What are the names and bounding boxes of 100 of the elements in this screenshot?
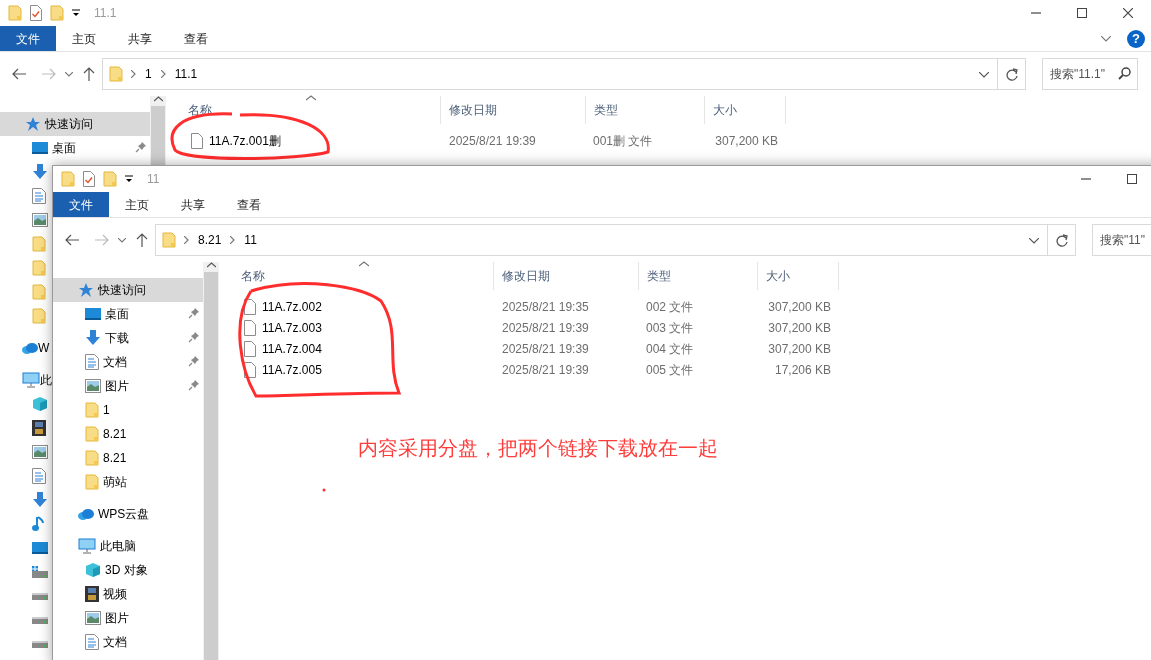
column-header[interactable]: 大小 — [705, 96, 786, 124]
ribbon-tab[interactable]: 文件 — [53, 192, 109, 217]
folder-icon — [61, 171, 75, 187]
ribbon-tab[interactable]: 查看 — [221, 192, 277, 217]
sidebar-item[interactable]: 文档 — [53, 630, 203, 654]
sidebar-item[interactable]: 图片 — [53, 606, 203, 630]
sort-ascending-icon — [306, 95, 316, 101]
breadcrumb-link[interactable]: 11.1 — [173, 65, 199, 83]
sidebar-item[interactable]: WPS云盘 — [53, 502, 203, 526]
file-icon — [244, 340, 256, 357]
column-header[interactable]: 类型 — [639, 262, 758, 290]
scrollbar[interactable] — [150, 96, 166, 165]
desktop-icon — [32, 141, 48, 155]
address-bar[interactable]: 8.21 11 — [155, 224, 1048, 256]
computer-icon — [22, 372, 40, 388]
sidebar-item[interactable]: 8.21 — [53, 422, 203, 446]
folder-icon — [85, 450, 99, 466]
pictures-icon — [85, 611, 101, 625]
file-size: 307,200 KB — [767, 298, 832, 316]
sidebar-item[interactable]: 桌面 — [53, 302, 203, 326]
document-icon — [32, 188, 46, 204]
forward-arrow-icon — [42, 68, 56, 80]
drive-icon — [32, 591, 48, 601]
up-arrow-icon — [83, 67, 95, 81]
annotation-text: 内容采用分盘，把两个链接下载放在一起 — [358, 436, 718, 461]
sidebar-item[interactable]: 图片 — [53, 374, 203, 398]
close-icon — [1123, 8, 1133, 18]
scroll-up-icon[interactable] — [206, 262, 216, 268]
breadcrumb-link[interactable]: 8.21 — [197, 231, 223, 249]
desktop-icon — [85, 307, 101, 321]
refresh-icon — [1005, 67, 1018, 81]
sidebar-item[interactable]: 文档 — [53, 350, 203, 374]
sidebar-item[interactable]: 快速访问 — [0, 112, 150, 136]
cube-icon — [85, 562, 101, 578]
column-header[interactable]: 修改日期 — [494, 262, 639, 290]
ribbon-tab[interactable]: 主页 — [109, 192, 165, 217]
scroll-up-icon[interactable] — [153, 96, 163, 102]
help-button[interactable]: ? — [1127, 29, 1145, 48]
dropdown-caret-icon[interactable] — [125, 175, 133, 183]
chevron-down-icon[interactable] — [979, 71, 989, 78]
file-name[interactable]: 11A.7z.003 — [262, 318, 322, 337]
ribbon-tab[interactable]: 共享 — [112, 26, 168, 51]
file-type: 003 文件 — [646, 319, 695, 337]
sidebar-item[interactable]: 3D 对象 — [53, 558, 203, 582]
modified-date: 2025/8/21 19:39 — [502, 319, 590, 337]
ribbon-tab[interactable]: 文件 — [0, 26, 56, 51]
file-size: 307,200 KB — [767, 340, 832, 358]
column-header[interactable]: 名称 — [219, 262, 494, 290]
file-name[interactable]: 11A.7z.004 — [262, 339, 322, 358]
ribbon-tab[interactable]: 主页 — [56, 26, 112, 51]
folder-icon — [162, 232, 176, 248]
chevron-down-icon[interactable] — [1029, 237, 1039, 244]
folder-icon — [85, 402, 99, 418]
file-name[interactable]: 11A.7z.005 — [262, 360, 322, 379]
sidebar-item[interactable]: 下载 — [53, 326, 203, 350]
file-size: 17,206 KB — [773, 361, 832, 379]
sidebar-item[interactable]: 8.21 — [53, 446, 203, 470]
dropdown-caret-icon[interactable] — [72, 9, 80, 17]
chevron-down-icon[interactable] — [1101, 35, 1111, 42]
sidebar-item[interactable]: 此 — [0, 368, 52, 392]
breadcrumb-link[interactable]: 1 — [144, 65, 153, 83]
chevron-right-icon — [131, 70, 136, 78]
scroll-thumb[interactable] — [151, 106, 165, 165]
file-type: 004 文件 — [646, 340, 695, 358]
folder-icon — [32, 260, 46, 276]
sidebar-item[interactable]: 萌站 — [53, 470, 203, 494]
download-icon — [32, 164, 48, 180]
breadcrumb-link[interactable]: 11 — [243, 231, 258, 249]
sidebar-item[interactable]: 1 — [53, 398, 203, 422]
download-icon — [85, 330, 101, 346]
file-icon — [191, 132, 203, 149]
pictures-icon — [32, 445, 48, 459]
folder-icon — [8, 5, 22, 21]
file-type: 002 文件 — [646, 298, 695, 316]
search-icon[interactable] — [1118, 67, 1131, 80]
star-icon — [25, 116, 41, 132]
modified-date: 2025/8/21 19:39 — [502, 340, 590, 358]
column-header[interactable]: 大小 — [758, 262, 839, 290]
column-header[interactable]: 类型 — [586, 96, 705, 124]
file-name[interactable]: 11A.7z.002 — [262, 297, 322, 316]
refresh-button[interactable] — [998, 58, 1026, 90]
ribbon-tab[interactable]: 查看 — [168, 26, 224, 51]
document-check-icon — [30, 5, 42, 21]
sidebar-item[interactable]: W — [0, 336, 52, 360]
drive-icon — [32, 615, 48, 625]
refresh-button[interactable] — [1048, 224, 1076, 256]
column-header[interactable]: 修改日期 — [441, 96, 586, 124]
folder-icon — [32, 236, 46, 252]
address-bar[interactable]: 1 11.1 — [102, 58, 998, 90]
sidebar-item[interactable]: 快速访问 — [53, 278, 203, 302]
sidebar-item[interactable]: 视频 — [53, 582, 203, 606]
film-icon — [85, 586, 99, 602]
file-name[interactable]: 11A.7z.001删 — [209, 131, 281, 150]
ribbon-tab[interactable]: 共享 — [165, 192, 221, 217]
sidebar-item[interactable]: 此电脑 — [53, 534, 203, 558]
document-icon — [85, 354, 99, 370]
forward-arrow-icon — [95, 234, 109, 246]
sidebar-item[interactable]: 桌面 — [0, 136, 150, 160]
file-size: 307,200 KB — [714, 132, 779, 150]
film-icon — [32, 420, 46, 436]
